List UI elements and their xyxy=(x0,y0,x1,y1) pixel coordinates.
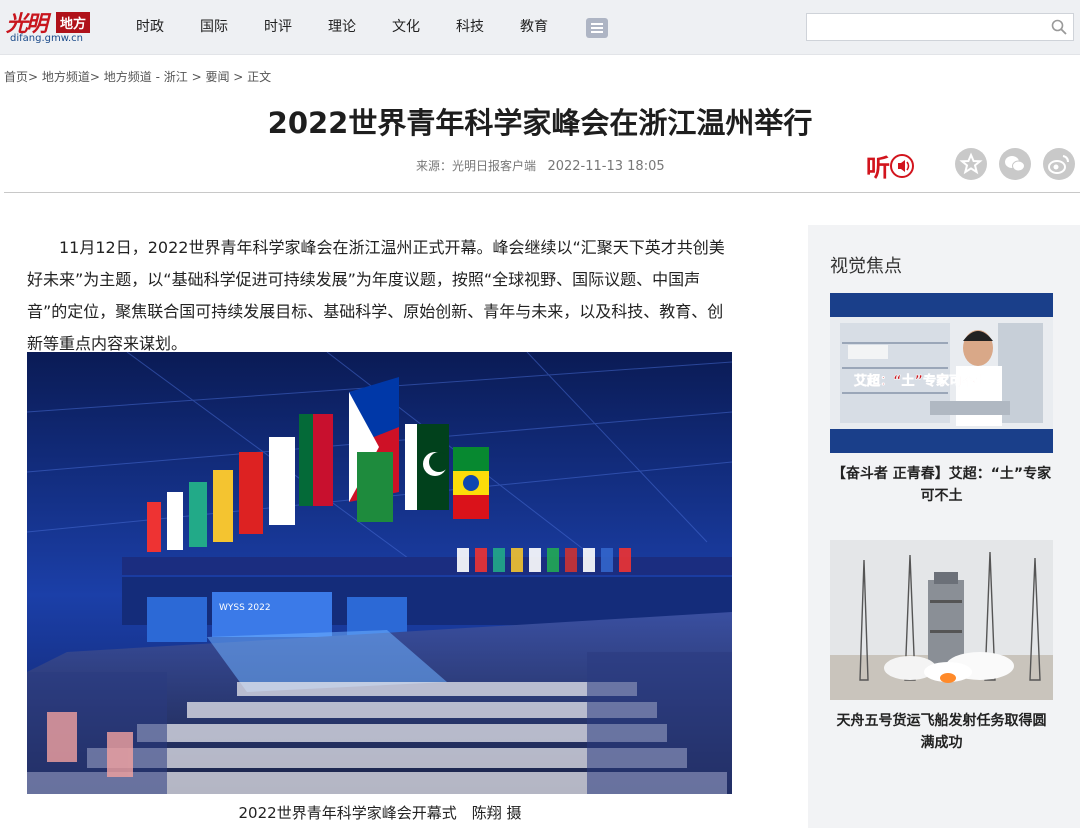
nav-item-culture[interactable]: 文化 xyxy=(374,0,438,54)
focus-image-1-overlay: 艾超：“土”专家可不土 xyxy=(854,373,988,389)
breadcrumb: 首页> 地方频道> 地方频道 - 浙江 > 要闻 > 正文 xyxy=(4,70,272,84)
stage-screen-text: WYSS 2022 xyxy=(219,603,271,613)
article-photo: WYSS 2022 xyxy=(27,352,732,794)
top-bar: 光明 地方 difang.gmw.cn 时政 国际 时评 理论 文化 科技 教育 xyxy=(0,0,1080,55)
listen-button[interactable]: 听 xyxy=(866,146,918,184)
title-divider xyxy=(4,192,1080,193)
nav-item-politics[interactable]: 时政 xyxy=(118,0,182,54)
sound-icon xyxy=(890,154,914,178)
search-icon[interactable] xyxy=(1051,19,1067,35)
logo-badge: 地方 xyxy=(56,12,91,33)
article-title: 2022世界青年科学家峰会在浙江温州举行 xyxy=(267,106,813,140)
focus-caption-1[interactable]: 【奋斗者 正青春】艾超：“土”专家可不土 xyxy=(830,463,1053,507)
share-qzone-icon[interactable] xyxy=(955,148,987,180)
sidebar-title: 视觉焦点 xyxy=(830,256,902,277)
focus-image-2[interactable] xyxy=(830,540,1053,700)
focus-caption-2[interactable]: 天舟五号货运飞船发射任务取得圆满成功 xyxy=(830,710,1053,754)
nav-item-tech[interactable]: 科技 xyxy=(438,0,502,54)
menu-icon[interactable] xyxy=(586,18,608,38)
breadcrumb-channel[interactable]: 地方频道 xyxy=(42,70,90,84)
main-nav: 时政 国际 时评 理论 文化 科技 教育 xyxy=(118,0,566,54)
logo-url: difang.gmw.cn xyxy=(10,33,84,44)
article-body: 11月12日，2022世界青年科学家峰会在浙江温州正式开幕。峰会继续以“汇聚天下… xyxy=(27,238,725,353)
search-box xyxy=(806,13,1074,41)
breadcrumb-news[interactable]: 要闻 xyxy=(205,70,229,84)
nav-item-theory[interactable]: 理论 xyxy=(310,0,374,54)
search-input[interactable] xyxy=(811,15,1045,41)
photo-caption: 2022世界青年科学家峰会开幕式 陈翔 摄 xyxy=(238,804,522,822)
article-meta: 来源：光明日报客户端 2022-11-13 18:05 xyxy=(416,157,665,174)
focus-image-1[interactable]: 艾超：“土”专家可不土 xyxy=(830,293,1053,453)
site-logo[interactable]: 光明 地方 difang.gmw.cn xyxy=(6,8,96,48)
nav-item-commentary[interactable]: 时评 xyxy=(246,0,310,54)
breadcrumb-current: 正文 xyxy=(247,70,272,84)
breadcrumb-home[interactable]: 首页 xyxy=(4,70,28,84)
listen-label: 听 xyxy=(866,154,890,182)
share-weibo-icon[interactable] xyxy=(1043,148,1075,180)
nav-item-international[interactable]: 国际 xyxy=(182,0,246,54)
sidebar: 视觉焦点 艾超：“土”专家可不土 【奋斗者 正青春】艾超：“土”专家可不土 天舟… xyxy=(808,225,1080,828)
nav-item-education[interactable]: 教育 xyxy=(502,0,566,54)
article-source: 来源：光明日报客户端 xyxy=(416,159,537,173)
breadcrumb-zhejiang[interactable]: 地方频道 - 浙江 xyxy=(104,70,188,84)
article-date: 2022-11-13 18:05 xyxy=(547,159,665,174)
share-wechat-icon[interactable] xyxy=(999,148,1031,180)
